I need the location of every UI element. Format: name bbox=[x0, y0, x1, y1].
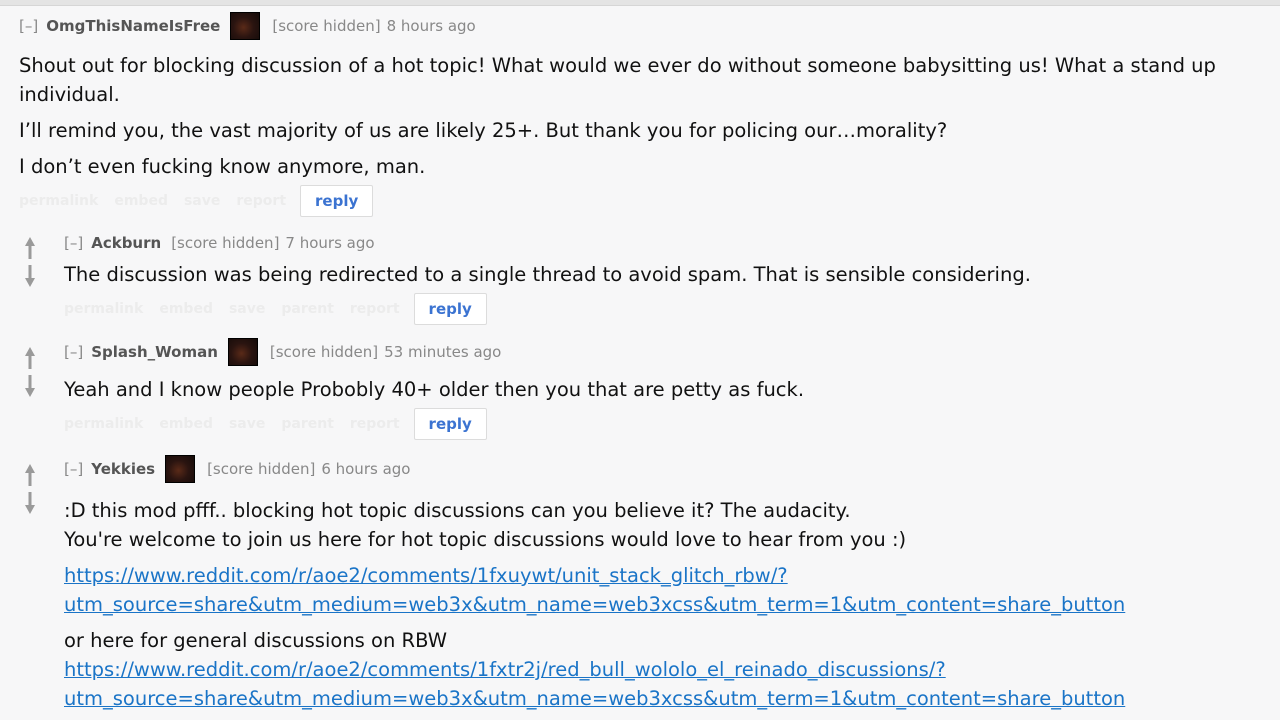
link-text: https://www.reddit.com/r/aoe2/comments/1… bbox=[64, 564, 788, 587]
upvote-arrow-icon[interactable] bbox=[24, 347, 36, 369]
timestamp: 8 hours ago bbox=[386, 17, 476, 35]
comment-line: or here for general discussions on RBW bbox=[64, 629, 448, 652]
author-link[interactable]: Splash_Woman bbox=[91, 341, 218, 363]
report-button[interactable]: report bbox=[236, 193, 286, 209]
comment-paragraph: The discussion was being redirected to a… bbox=[64, 263, 1031, 286]
comment-body: Yeah and I know people Probobly 40+ olde… bbox=[64, 375, 1264, 404]
save-button[interactable]: save bbox=[229, 416, 265, 432]
timestamp: 7 hours ago bbox=[285, 234, 375, 252]
save-button[interactable]: save bbox=[184, 193, 220, 209]
comment-buttons: permalink embed save parent report reply bbox=[64, 408, 1264, 440]
reply-button[interactable]: reply bbox=[413, 293, 487, 325]
user-flair-icon bbox=[230, 12, 261, 40]
collapse-toggle[interactable]: [–] bbox=[64, 341, 83, 363]
comment-paragraph: Yeah and I know people Probobly 40+ olde… bbox=[64, 378, 805, 401]
comment-paragraph: I don’t even fucking know anymore, man. bbox=[19, 155, 426, 178]
comment-body: The discussion was being redirected to a… bbox=[64, 260, 1264, 289]
author-link[interactable]: OmgThisNameIsFree bbox=[46, 15, 220, 37]
downvote-arrow-icon[interactable] bbox=[24, 375, 36, 397]
vote-arrows bbox=[24, 347, 36, 397]
comment-tagline: [–] Yekkies [score hidden] 6 hours ago bbox=[64, 455, 1274, 483]
timestamp: 53 minutes ago bbox=[384, 343, 502, 361]
comment-paragraph: :D this mod pfff.. blocking hot topic di… bbox=[64, 496, 1274, 554]
embed-button[interactable]: embed bbox=[159, 301, 213, 317]
thread-link[interactable]: https://www.reddit.com/r/aoe2/comments/1… bbox=[64, 658, 1125, 710]
parent-button[interactable]: parent bbox=[281, 416, 334, 432]
reply-button[interactable]: reply bbox=[300, 185, 374, 217]
downvote-arrow-icon[interactable] bbox=[24, 265, 36, 287]
link-text: utm_source=share&utm_medium=web3x&utm_na… bbox=[64, 593, 1126, 616]
timestamp: 6 hours ago bbox=[321, 460, 411, 478]
downvote-arrow-icon[interactable] bbox=[24, 492, 36, 514]
score-hidden-label: [score hidden] bbox=[272, 17, 381, 35]
comment-paragraph: https://www.reddit.com/r/aoe2/comments/1… bbox=[64, 561, 1274, 619]
vote-arrows bbox=[24, 237, 36, 287]
user-flair-icon bbox=[227, 338, 258, 366]
comment-buttons: permalink embed save report reply bbox=[19, 185, 1249, 217]
permalink-button[interactable]: permalink bbox=[19, 193, 98, 209]
score-hidden-label: [score hidden] bbox=[269, 343, 379, 361]
save-button[interactable]: save bbox=[229, 301, 265, 317]
link-text: utm_source=share&utm_medium=web3x&utm_na… bbox=[64, 687, 1126, 710]
link-text: https://www.reddit.com/r/aoe2/comments/1… bbox=[64, 658, 946, 681]
page-top-bar bbox=[0, 0, 1280, 6]
comment-omgthisnameisfree: [–] OmgThisNameIsFree [score hidden] 8 h… bbox=[19, 12, 1249, 217]
score-hidden-label: [score hidden] bbox=[207, 460, 316, 478]
author-link[interactable]: Yekkies bbox=[91, 458, 155, 480]
permalink-button[interactable]: permalink bbox=[64, 301, 143, 317]
embed-button[interactable]: embed bbox=[114, 193, 168, 209]
score-hidden-label: [score hidden] bbox=[171, 234, 280, 252]
upvote-arrow-icon[interactable] bbox=[24, 464, 36, 486]
collapse-toggle[interactable]: [–] bbox=[19, 15, 38, 37]
collapse-toggle[interactable]: [–] bbox=[64, 232, 83, 254]
user-flair-icon bbox=[165, 455, 196, 483]
comment-buttons: permalink embed save parent report reply bbox=[64, 293, 1264, 325]
thread-link[interactable]: https://www.reddit.com/r/aoe2/comments/1… bbox=[64, 564, 1125, 616]
comment-paragraph: or here for general discussions on RBW h… bbox=[64, 626, 1274, 713]
comment-line: :D this mod pfff.. blocking hot topic di… bbox=[64, 499, 851, 522]
comment-splash-woman: [–] Splash_Woman [score hidden] 53 minut… bbox=[64, 338, 1264, 440]
parent-button[interactable]: parent bbox=[281, 301, 334, 317]
comment-line: You're welcome to join us here for hot t… bbox=[64, 528, 907, 551]
upvote-arrow-icon[interactable] bbox=[24, 237, 36, 259]
comment-tagline: [–] OmgThisNameIsFree [score hidden] 8 h… bbox=[19, 12, 1249, 40]
comment-tagline: [–] Splash_Woman [score hidden] 53 minut… bbox=[64, 338, 1264, 366]
comment-body: :D this mod pfff.. blocking hot topic di… bbox=[64, 496, 1274, 713]
author-link[interactable]: Ackburn bbox=[91, 232, 161, 254]
report-button[interactable]: report bbox=[350, 301, 400, 317]
collapse-toggle[interactable]: [–] bbox=[64, 458, 83, 480]
embed-button[interactable]: embed bbox=[159, 416, 213, 432]
comment-yekkies: [–] Yekkies [score hidden] 6 hours ago :… bbox=[64, 455, 1274, 713]
vote-arrows bbox=[24, 464, 36, 514]
permalink-button[interactable]: permalink bbox=[64, 416, 143, 432]
report-button[interactable]: report bbox=[350, 416, 400, 432]
comment-paragraph: I’ll remind you, the vast majority of us… bbox=[19, 119, 948, 142]
reply-button[interactable]: reply bbox=[413, 408, 487, 440]
comment-tagline: [–] Ackburn [score hidden] 7 hours ago bbox=[64, 232, 1264, 254]
comment-paragraph: Shout out for blocking discussion of a h… bbox=[19, 54, 1216, 106]
comment-body: Shout out for blocking discussion of a h… bbox=[19, 51, 1249, 181]
comment-ackburn: [–] Ackburn [score hidden] 7 hours ago T… bbox=[64, 232, 1264, 325]
